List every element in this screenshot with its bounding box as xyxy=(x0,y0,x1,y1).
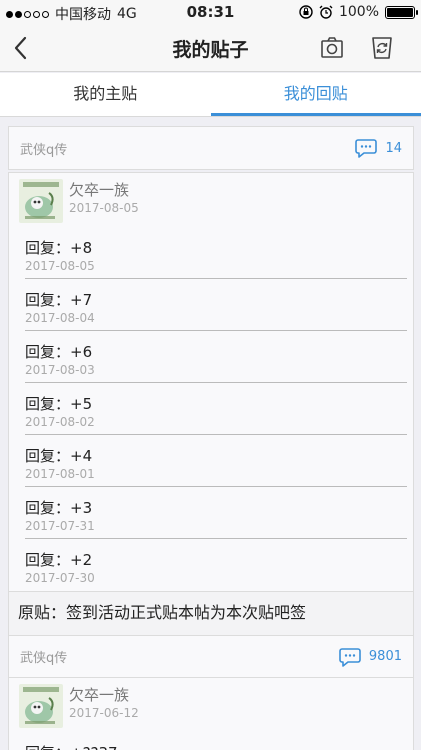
reply-text: 回复：+5 xyxy=(25,395,93,413)
reply-text: 回复：+4 xyxy=(25,447,93,465)
reply-item[interactable]: 回复：+2 2017-07-30 xyxy=(25,539,407,591)
tab-bar: 我的主贴 我的回贴 xyxy=(0,73,421,117)
lock-rotation-icon xyxy=(299,5,313,19)
avatar[interactable] xyxy=(19,179,63,223)
comment-count: 14 xyxy=(385,140,402,156)
forum-name[interactable]: 武侠q传 xyxy=(20,139,67,158)
reply-list: 回复：+8 2017-08-05 回复：+7 2017-08-04 回复：+6 … xyxy=(9,227,413,591)
reply-date: 2017-07-30 xyxy=(25,571,95,585)
comment-count-button[interactable]: 14 xyxy=(355,138,402,158)
comment-icon xyxy=(339,647,361,667)
post-date: 2017-06-12 xyxy=(69,706,139,720)
reply-item[interactable]: 回复：+7 2017-08-04 xyxy=(25,279,407,331)
reply-feed[interactable]: 武侠q传 14 欠卒一族 2017-08-05 回复：+8 2017-08-05… xyxy=(0,117,421,750)
reply-text: 回复：+6 xyxy=(25,343,93,361)
reply-text: 回复：+??37 xyxy=(25,742,118,750)
post-card[interactable]: 欠卒一族 2017-08-05 回复：+8 2017-08-05 回复：+7 2… xyxy=(8,172,414,678)
reply-item[interactable]: 回复：+4 2017-08-01 xyxy=(25,435,407,487)
reply-item[interactable]: 回复：+??37 xyxy=(25,732,407,750)
post-footer: 武侠q传 9801 xyxy=(9,635,413,677)
nav-bar: 我的贴子 xyxy=(0,24,421,72)
avatar-image xyxy=(19,179,63,223)
reply-date: 2017-08-02 xyxy=(25,415,95,429)
alarm-icon xyxy=(319,5,333,19)
battery-icon xyxy=(385,5,418,19)
status-right: 100% xyxy=(299,4,418,20)
status-bar: 中国移动 4G 08:31 100% xyxy=(0,0,421,24)
post-date: 2017-08-05 xyxy=(69,201,139,215)
avatar[interactable] xyxy=(19,684,63,728)
author-row: 欠卒一族 2017-06-12 xyxy=(9,678,413,732)
reply-text: 回复：+2 xyxy=(25,551,93,569)
tab-my-posts[interactable]: 我的主贴 xyxy=(0,73,211,116)
reply-date: 2017-08-04 xyxy=(25,311,95,325)
reply-date: 2017-08-05 xyxy=(25,259,95,273)
reply-item[interactable]: 回复：+8 2017-08-05 xyxy=(25,227,407,279)
reply-item[interactable]: 回复：+5 2017-08-02 xyxy=(25,383,407,435)
post-card[interactable]: 武侠q传 14 xyxy=(8,126,414,170)
page-title: 我的贴子 xyxy=(172,39,249,61)
author-row: 欠卒一族 2017-08-05 xyxy=(9,173,413,227)
refresh-icon[interactable] xyxy=(370,35,394,61)
reply-text: 回复：+7 xyxy=(25,291,93,309)
original-post-link[interactable]: 原贴：签到活动正式贴本帖为本次贴吧签 xyxy=(9,591,413,635)
comment-count: 9801 xyxy=(368,649,402,664)
tab-my-replies[interactable]: 我的回贴 xyxy=(210,73,421,116)
reply-text: 回复：+8 xyxy=(25,239,93,257)
reply-date: 2017-08-03 xyxy=(25,363,95,377)
comment-count-button[interactable]: 9801 xyxy=(339,647,402,667)
post-card[interactable]: 欠卒一族 2017-06-12 回复：+??37 xyxy=(8,677,414,750)
reply-text: 回复：+3 xyxy=(25,499,93,517)
avatar-image xyxy=(19,684,63,728)
author-name[interactable]: 欠卒一族 xyxy=(69,179,129,200)
battery-percent: 100% xyxy=(338,4,379,20)
post-footer: 武侠q传 14 xyxy=(9,127,413,169)
reply-date: 2017-08-01 xyxy=(25,467,95,481)
comment-icon xyxy=(355,139,378,158)
reply-item[interactable]: 回复：+6 2017-08-03 xyxy=(25,331,407,383)
reply-date: 2017-07-31 xyxy=(25,519,95,533)
forum-name[interactable]: 武侠q传 xyxy=(20,647,67,666)
author-name[interactable]: 欠卒一族 xyxy=(69,684,129,705)
camera-icon[interactable] xyxy=(320,35,344,61)
reply-item[interactable]: 回复：+3 2017-07-31 xyxy=(25,487,407,539)
